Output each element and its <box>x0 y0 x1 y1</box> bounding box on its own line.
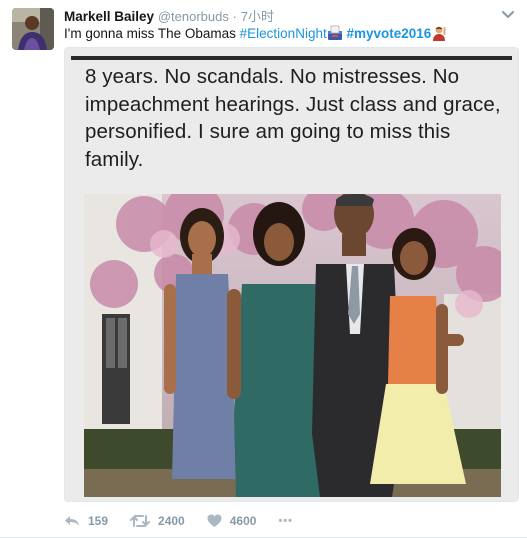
avatar[interactable] <box>12 8 54 50</box>
more-icon: ••• <box>278 515 293 527</box>
like-button[interactable]: 4600 <box>207 514 257 528</box>
hashtag-myvote2016[interactable]: #myvote2016 <box>346 26 431 41</box>
username[interactable]: @tenorbuds <box>158 9 229 24</box>
media-card[interactable]: 8 years. No scandals. No mistresses. No … <box>64 47 519 502</box>
tweet-header: Markell Bailey @tenorbuds · 7小时 <box>64 8 274 25</box>
ballot-box-emoji <box>327 25 342 40</box>
separator-dot: · <box>232 9 237 24</box>
display-name[interactable]: Markell Bailey <box>64 9 154 24</box>
tweet-actions: 159 2400 4600 ••• <box>64 511 293 531</box>
media-divider <box>71 56 512 60</box>
reply-icon <box>65 516 79 526</box>
retweet-count: 2400 <box>158 514 185 528</box>
retweet-button[interactable]: 2400 <box>130 514 185 528</box>
more-button[interactable]: ••• <box>278 515 293 527</box>
man-raising-hand-emoji <box>433 26 446 41</box>
tweet-text: I'm gonna miss The Obamas #ElectionNight… <box>64 25 447 43</box>
heart-icon <box>207 514 222 527</box>
like-count: 4600 <box>229 514 257 528</box>
reply-count: 159 <box>88 514 109 528</box>
tweet[interactable]: Markell Bailey @tenorbuds · 7小时 I'm gonn… <box>0 0 527 538</box>
family-photo[interactable] <box>84 194 501 497</box>
media-quote-text: 8 years. No scandals. No mistresses. No … <box>85 65 501 171</box>
retweet-icon <box>130 515 151 527</box>
reply-button[interactable]: 159 <box>64 514 108 528</box>
hashtag-electionnight[interactable]: #ElectionNight <box>240 26 327 41</box>
tweet-text-body: I'm gonna miss The Obamas <box>64 26 240 41</box>
timestamp[interactable]: 7小时 <box>241 9 274 24</box>
chevron-down-icon[interactable] <box>501 10 515 20</box>
